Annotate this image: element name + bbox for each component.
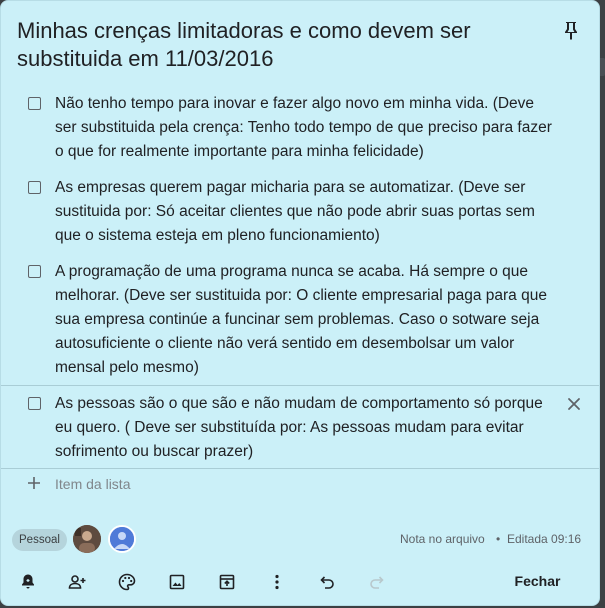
list-item: As empresas querem pagar micharia para s…: [1, 176, 599, 252]
item-checkbox[interactable]: [28, 397, 41, 410]
unarchive-icon[interactable]: [217, 572, 237, 592]
label-chip[interactable]: Pessoal: [12, 529, 67, 551]
palette-icon[interactable]: [117, 572, 137, 592]
avatar[interactable]: [73, 525, 101, 553]
item-text[interactable]: As empresas querem pagar micharia para s…: [55, 176, 555, 248]
item-checkbox[interactable]: [28, 97, 41, 110]
more-icon[interactable]: [267, 572, 287, 592]
plus-icon: [27, 476, 41, 490]
add-list-item[interactable]: Item da lista: [1, 473, 599, 499]
item-checkbox[interactable]: [28, 181, 41, 194]
close-button[interactable]: Fechar: [501, 567, 574, 595]
list-item: Não tenho tempo para inovar e fazer algo…: [1, 92, 599, 168]
reminder-icon[interactable]: [18, 572, 38, 592]
pin-icon[interactable]: [559, 19, 583, 43]
redo-icon[interactable]: [367, 572, 387, 592]
item-text[interactable]: As pessoas são o que são e não mudam de …: [55, 392, 555, 464]
note-status: Nota no arquivo: [400, 532, 485, 546]
collaborator-avatar[interactable]: [108, 525, 136, 553]
status-separator: •: [496, 532, 501, 546]
list-item: A programação de uma programa nunca se a…: [1, 260, 599, 384]
delete-item-icon[interactable]: [566, 396, 582, 412]
note-title[interactable]: Minhas crenças limitadoras e como devem …: [17, 17, 537, 73]
collaborator-icon[interactable]: [67, 572, 87, 592]
item-checkbox[interactable]: [28, 265, 41, 278]
edited-time: Editada 09:16: [507, 532, 582, 546]
item-text[interactable]: Não tenho tempo para inovar e fazer algo…: [55, 92, 555, 164]
item-text[interactable]: A programação de uma programa nunca se a…: [55, 260, 555, 380]
image-icon[interactable]: [167, 572, 187, 592]
undo-icon[interactable]: [317, 572, 337, 592]
add-item-placeholder: Item da lista: [55, 476, 131, 492]
list-item: As pessoas são o que são e não mudam de …: [1, 385, 599, 469]
note-editor: Minhas crenças limitadoras e como devem …: [0, 0, 600, 606]
